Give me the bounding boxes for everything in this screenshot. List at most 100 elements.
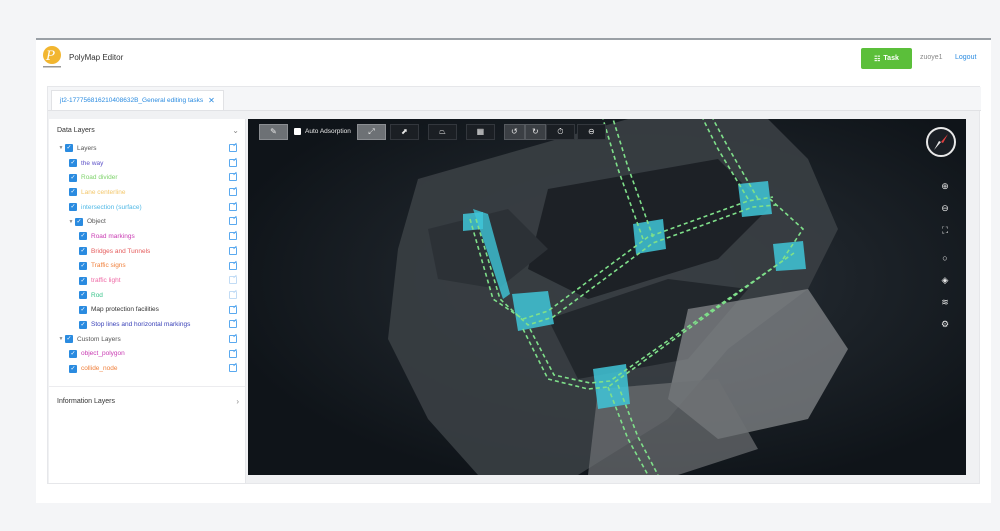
caret-down-icon[interactable]: ▼ [57, 145, 65, 151]
compass-icon[interactable] [926, 127, 956, 157]
navigate-button[interactable]: ◈ [934, 269, 956, 291]
edit-icon[interactable] [229, 144, 237, 152]
redo-button[interactable]: ↻ [524, 123, 546, 140]
map-canvas[interactable]: ✎ Auto Adsorption ⤢ ⬈ ⏢ ▦ ↺ ↻ ⏱ ⊖ ⊕ ⊖ ⛶ … [248, 119, 966, 475]
layer-checkbox[interactable]: ✓ [79, 261, 87, 270]
layer-row[interactable]: ✓ intersection (surface) [51, 200, 245, 215]
layer-label: object_polygon [81, 350, 125, 358]
layer-row[interactable]: ✓ Traffic signs [51, 259, 245, 274]
edit-icon[interactable] [229, 320, 237, 329]
zoom-search-button[interactable]: ⊖ [576, 123, 606, 140]
information-layers-header[interactable]: Information Layers › [49, 390, 245, 412]
point-cloud-map[interactable] [248, 119, 966, 475]
layer-checkbox[interactable]: ✓ [69, 159, 77, 168]
layer-label: Layers [77, 144, 97, 152]
layer-checkbox[interactable]: ✓ [69, 203, 77, 212]
layer-row[interactable]: ▼ ✓ Layers [51, 141, 245, 156]
auto-adsorption-checkbox[interactable] [294, 128, 301, 135]
layer-checkbox[interactable]: ✓ [69, 364, 77, 373]
layer-checkbox[interactable]: ✓ [79, 305, 87, 314]
draw-tool-button[interactable]: ✎ [259, 123, 288, 140]
auto-adsorption-toggle[interactable]: Auto Adsorption [294, 128, 351, 135]
layer-checkbox[interactable]: ✓ [79, 276, 87, 285]
information-layers-title: Information Layers [57, 397, 115, 405]
layer-label: Map protection facilities [91, 306, 159, 314]
layer-row[interactable]: ✓ object_polygon [51, 347, 245, 362]
layer-row[interactable]: ▼ ✓ Object [51, 214, 245, 229]
tab-editing-task[interactable]: jt2-177756816210408632B_General editing … [51, 90, 224, 110]
caret-down-icon[interactable]: ▼ [57, 336, 65, 342]
layer-checkbox[interactable]: ✓ [65, 335, 73, 344]
fullscreen-icon: ⛶ [941, 224, 949, 235]
divider [49, 386, 245, 387]
edit-icon[interactable] [229, 290, 237, 299]
layer-label: Stop lines and horizontal markings [91, 321, 191, 329]
edit-icon[interactable] [229, 261, 237, 270]
zoom-out-icon: ⊖ [941, 202, 949, 213]
map-toolbar: ✎ Auto Adsorption ⤢ ⬈ ⏢ ▦ ↺ ↻ ⏱ ⊖ [259, 123, 606, 140]
undo-button[interactable]: ↺ [503, 123, 525, 140]
edit-icon[interactable] [229, 173, 237, 182]
layer-checkbox[interactable]: ✓ [69, 349, 77, 358]
layer-row[interactable]: ✓ Road markings [51, 229, 245, 244]
layer-row[interactable]: ✓ Rod [51, 288, 245, 303]
edit-icon[interactable] [229, 158, 237, 167]
layer-row[interactable]: ✓ Bridges and Tunnels [51, 244, 245, 259]
gear-icon: ⚙ [940, 318, 950, 329]
layer-checkbox[interactable]: ✓ [79, 320, 87, 329]
search-button[interactable]: ○ [934, 247, 956, 269]
edit-icon[interactable] [229, 364, 237, 373]
layer-checkbox[interactable]: ✓ [79, 232, 87, 241]
zoom-in-button[interactable]: ⊕ [934, 175, 956, 197]
layer-checkbox[interactable]: ✓ [69, 188, 77, 197]
layer-checkbox[interactable]: ✓ [65, 144, 73, 153]
edit-icon[interactable] [229, 334, 237, 343]
layer-row[interactable]: ✓ Lane centerline [51, 185, 245, 200]
edit-icon[interactable] [229, 276, 237, 285]
layers-button[interactable]: ≋ [934, 291, 956, 313]
layer-checkbox[interactable]: ✓ [75, 217, 83, 226]
qr-icon: ▦ [476, 127, 485, 136]
layer-label: Bridges and Tunnels [91, 247, 151, 255]
layer-row[interactable]: ▼ ✓ Custom Layers [51, 332, 245, 347]
layer-label: the way [81, 159, 104, 167]
settings-button[interactable]: ⚙ [934, 313, 956, 335]
edit-icon[interactable] [229, 232, 237, 241]
edit-icon[interactable] [229, 188, 237, 197]
edit-icon[interactable] [229, 305, 237, 314]
zoom-out-button[interactable]: ⊖ [934, 197, 956, 219]
layer-label: Object [87, 218, 106, 226]
data-layers-header[interactable]: Data Layers ⌄ [49, 119, 245, 141]
measure-tool-button[interactable]: ⬈ [389, 123, 419, 140]
layer-row[interactable]: ✓ Map protection facilities [51, 303, 245, 318]
user-name: zuoye1 [920, 54, 943, 61]
edit-icon[interactable] [229, 246, 237, 255]
layer-row[interactable]: ✓ traffic light [51, 273, 245, 288]
layer-checkbox[interactable]: ✓ [79, 291, 87, 300]
edit-icon[interactable] [229, 202, 237, 211]
layer-label: Lane centerline [81, 188, 126, 196]
fullscreen-button[interactable]: ⛶ [934, 219, 956, 241]
zoom-out-icon: ⊖ [588, 127, 595, 136]
caret-down-icon[interactable]: ▼ [67, 219, 75, 225]
search-icon: ○ [942, 253, 948, 263]
close-icon[interactable]: ✕ [208, 96, 215, 105]
layer-row[interactable]: ✓ the way [51, 156, 245, 171]
map-side-tools: ⊕ ⊖ ⛶ ○ ◈ ≋ ⚙ [934, 175, 956, 335]
perspective-tool-button[interactable]: ⏢ [427, 123, 457, 140]
layer-row[interactable]: ✓ Road divider [51, 170, 245, 185]
layer-checkbox[interactable]: ✓ [79, 247, 87, 256]
qr-tool-button[interactable]: ▦ [465, 123, 495, 140]
logout-link[interactable]: Logout [955, 54, 976, 61]
tab-label: jt2-177756816210408632B_General editing … [60, 97, 204, 104]
edit-icon[interactable] [229, 217, 237, 226]
snap-tool-button[interactable]: ⤢ [356, 123, 386, 140]
redo-icon: ↻ [532, 127, 539, 136]
task-button[interactable]: ☷ Task [861, 48, 912, 69]
edit-icon[interactable] [229, 349, 237, 358]
layer-row[interactable]: ✓ collide_node [51, 361, 245, 376]
timer-tool-button[interactable]: ⏱ [545, 123, 575, 140]
layer-checkbox[interactable]: ✓ [69, 173, 77, 182]
layer-row[interactable]: ✓ Stop lines and horizontal markings [51, 317, 245, 332]
clock-icon: ⏱ [557, 126, 564, 136]
